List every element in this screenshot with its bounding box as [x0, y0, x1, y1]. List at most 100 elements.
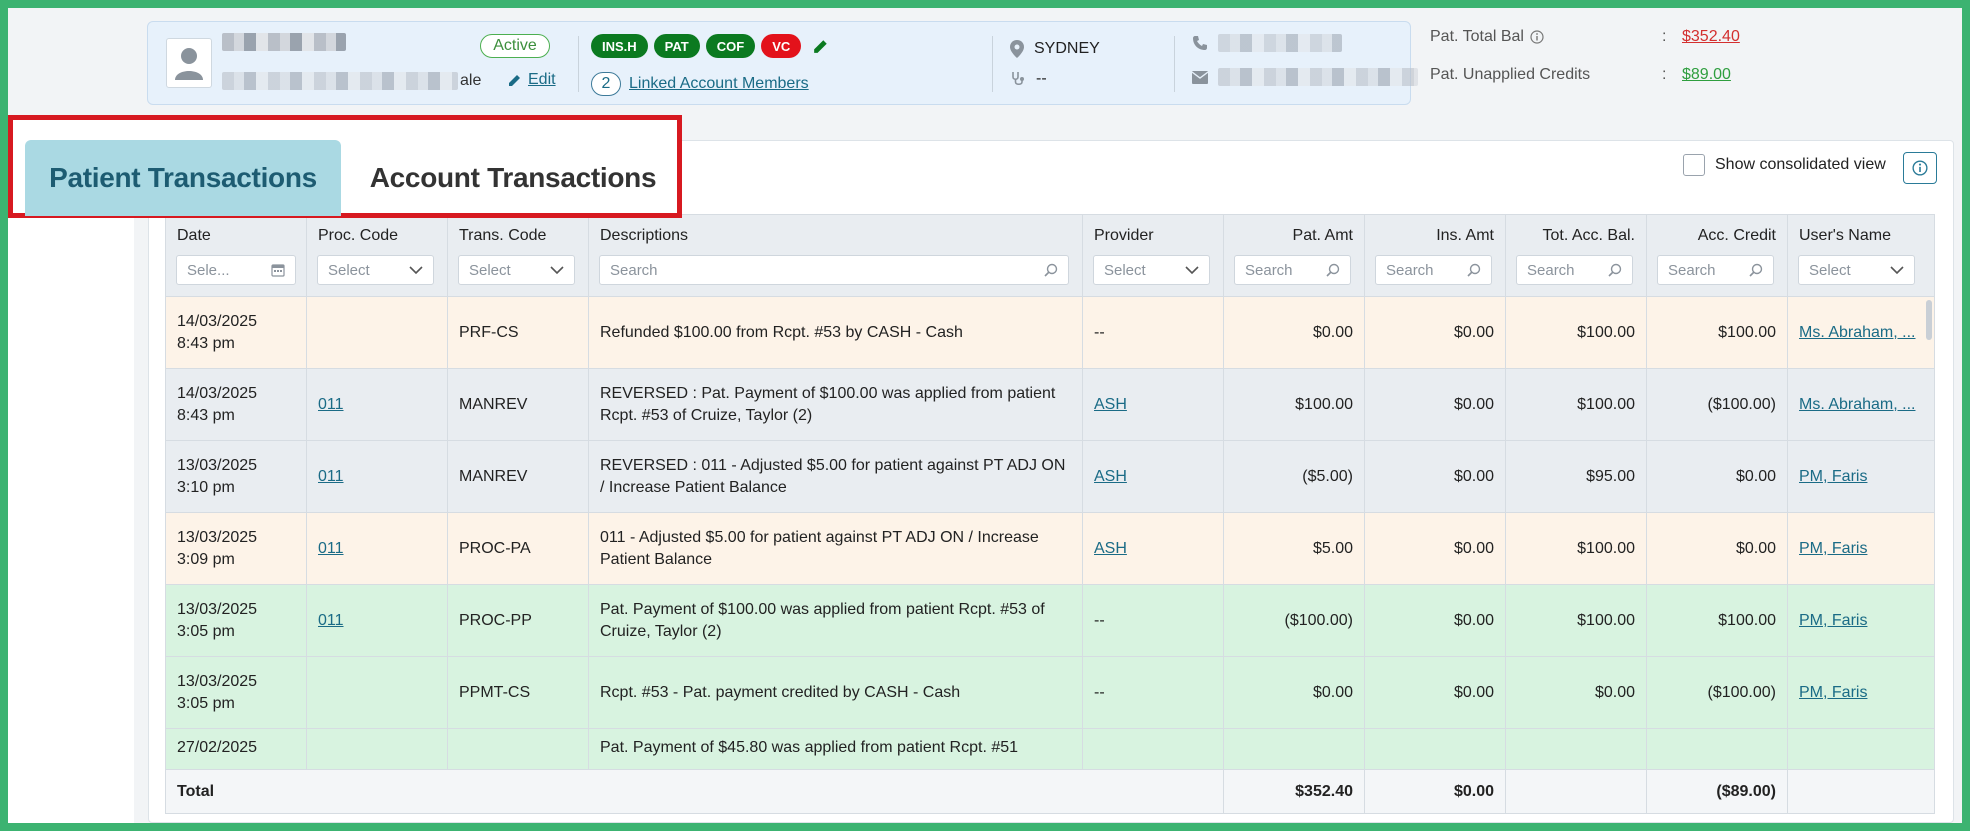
filter-placeholder: Select — [328, 261, 370, 279]
chevron-down-icon — [550, 265, 564, 274]
search-icon — [1608, 263, 1622, 277]
trans-code-filter[interactable]: Select — [458, 255, 575, 285]
cell-users-name-link[interactable]: PM, Faris — [1799, 682, 1867, 704]
filter-placeholder: Sele... — [187, 261, 230, 279]
cell-tot-acc-bal: $100.00 — [1506, 585, 1647, 656]
cell-proc-code-link[interactable]: 011 — [318, 394, 344, 416]
cell-provider-link[interactable]: ASH — [1094, 466, 1127, 488]
acc-credit-search[interactable]: Search — [1657, 255, 1774, 285]
tot-acc-bal-search[interactable]: Search — [1516, 255, 1633, 285]
tab-patient-transactions[interactable]: Patient Transactions — [25, 140, 341, 216]
edit-tags-pencil-icon[interactable] — [813, 38, 829, 54]
info-button[interactable] — [1903, 152, 1937, 184]
cell-date: 14/03/2025 8:43 pm — [166, 369, 307, 440]
cell-proc-code-link[interactable]: 011 — [318, 610, 344, 632]
consolidated-toggle[interactable]: Show consolidated view — [1683, 154, 1886, 176]
col-date: Date Sele... — [166, 215, 307, 296]
tab-account-transactions[interactable]: Account Transactions — [353, 140, 673, 216]
location-text: SYDNEY — [1034, 40, 1100, 57]
consolidated-checkbox[interactable] — [1683, 154, 1705, 176]
descriptions-search[interactable]: Search — [599, 255, 1069, 285]
provider-filter[interactable]: Select — [1093, 255, 1210, 285]
time-text: 8:43 pm — [177, 334, 235, 352]
proc-code-filter[interactable]: Select — [317, 255, 434, 285]
location: SYDNEY — [1010, 40, 1100, 58]
cell-description-text: 011 - Adjusted $5.00 for patient against… — [600, 528, 1039, 568]
date-text: 14/03/2025 — [177, 312, 258, 330]
cell-provider: -- — [1083, 297, 1224, 368]
cell-acc-credit: $0.00 — [1647, 513, 1788, 584]
stethoscope-icon — [1012, 72, 1024, 86]
cell-description: Pat. Payment of $100.00 was applied from… — [589, 585, 1083, 656]
table-row[interactable]: 13/03/2025 3:10 pm 011 MANREV REVERSED : 011… — [166, 441, 1934, 513]
cell-proc-code-link[interactable]: 011 — [318, 466, 344, 488]
email — [1192, 68, 1418, 86]
table-scrollbar[interactable] — [1926, 300, 1932, 340]
chevron-down-icon — [1890, 265, 1904, 274]
cell-pat-amt-text: ($5.00) — [1302, 467, 1353, 485]
cell-users-name-link[interactable]: Ms. Abraham, ... — [1799, 394, 1915, 416]
pat-total-bal-label-group: Pat. Total Bal — [1430, 28, 1544, 46]
ins-amt-search[interactable]: Search — [1375, 255, 1492, 285]
table-row[interactable]: 14/03/2025 8:43 pm PRF-CS Refunded $100.00 … — [166, 297, 1934, 369]
phone-icon — [1193, 36, 1207, 50]
cell-proc-code — [307, 657, 448, 728]
info-icon[interactable] — [1530, 30, 1544, 44]
cell-pat-amt: $5.00 — [1224, 513, 1365, 584]
cell-acc-credit-text: $100.00 — [1718, 611, 1776, 629]
cell-acc-credit-text: $100.00 — [1718, 323, 1776, 341]
cell-provider-link[interactable]: ASH — [1094, 538, 1127, 560]
tag-vc[interactable]: VC — [761, 34, 802, 58]
filter-placeholder: Search — [1668, 261, 1716, 279]
table-row[interactable]: 14/03/2025 8:43 pm 011 MANREV REVERSED : Pat… — [166, 369, 1934, 441]
cell-provider-text: -- — [1094, 611, 1105, 629]
location-pin-icon — [1010, 40, 1024, 58]
cell-acc-credit: $0.00 — [1647, 441, 1788, 512]
chevron-down-icon — [409, 265, 423, 274]
cell-pat-amt: $100.00 — [1224, 369, 1365, 440]
linked-accounts-link[interactable]: Linked Account Members — [629, 75, 809, 93]
cell-users-name: PM, Faris — [1788, 585, 1934, 656]
cell-trans-code: PROC-PP — [448, 585, 589, 656]
column-header: Proc. Code — [318, 227, 399, 244]
cell-proc-code: 011 — [307, 369, 448, 440]
cell-users-name-link[interactable]: PM, Faris — [1799, 610, 1867, 632]
cell-users-name-link[interactable]: PM, Faris — [1799, 466, 1867, 488]
cell-tot-acc-bal-text: $100.00 — [1577, 539, 1635, 557]
date-filter[interactable]: Sele... — [176, 255, 296, 285]
table-row[interactable]: 13/03/2025 3:05 pm PPMT-CS Rcpt. #53 - Pat.… — [166, 657, 1934, 729]
consolidated-label: Show consolidated view — [1715, 156, 1886, 173]
linked-accounts[interactable]: 2 Linked Account Members — [591, 72, 809, 96]
pat-amt-search[interactable]: Search — [1234, 255, 1351, 285]
status-badge: Active — [480, 34, 550, 58]
edit-button[interactable]: Edit — [508, 71, 556, 89]
doctor-text: -- — [1036, 70, 1047, 87]
filter-placeholder: Search — [610, 261, 658, 279]
cell-acc-credit-text: ($100.00) — [1707, 395, 1777, 413]
date-text: 13/03/2025 — [177, 600, 258, 618]
cell-date: 13/03/2025 3:10 pm — [166, 441, 307, 512]
cell-description-text: REVERSED : 011 - Adjusted $5.00 for pati… — [600, 456, 1066, 496]
cell-trans-code-text: MANREV — [459, 395, 528, 413]
cell-provider-link[interactable]: ASH — [1094, 394, 1127, 416]
cell-pat-amt: $0.00 — [1224, 657, 1365, 728]
tag-ins-h[interactable]: INS.H — [591, 34, 648, 58]
colon: : — [1662, 66, 1667, 83]
date-time: 13/03/2025 3:05 pm — [177, 671, 257, 715]
tag-pat[interactable]: PAT — [653, 34, 700, 58]
cell-users-name-link[interactable]: Ms. Abraham, ... — [1799, 322, 1915, 344]
filter-placeholder: Select — [1809, 261, 1851, 279]
cell-proc-code-link[interactable]: 011 — [318, 538, 344, 560]
column-header: Ins. Amt — [1436, 227, 1494, 244]
tag-cof[interactable]: COF — [705, 34, 756, 58]
pat-unapplied-value[interactable]: $89.00 — [1682, 66, 1731, 84]
cell-provider: -- — [1083, 657, 1224, 728]
cell-users-name-link[interactable]: PM, Faris — [1799, 538, 1867, 560]
table-row[interactable]: 13/03/2025 3:05 pm 011 PROC-PP Pat. Payment … — [166, 585, 1934, 657]
users-name-filter[interactable]: Select — [1798, 255, 1915, 285]
cell-pat-amt: $0.00 — [1224, 297, 1365, 368]
col-descriptions: Descriptions Search — [589, 215, 1083, 296]
cell-description-text: Rcpt. #53 - Pat. payment credited by CAS… — [600, 683, 961, 701]
pat-total-bal-value[interactable]: $352.40 — [1682, 28, 1740, 46]
table-row[interactable]: 13/03/2025 3:09 pm 011 PROC-PA 011 - Adjuste… — [166, 513, 1934, 585]
